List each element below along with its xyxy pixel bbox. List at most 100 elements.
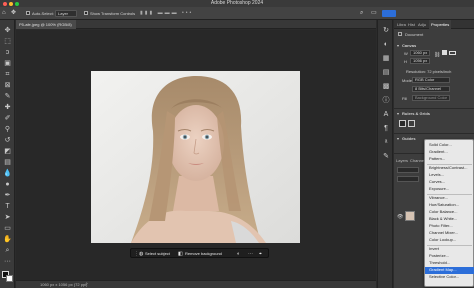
- eyedropper-tool-icon[interactable]: ✎: [2, 92, 13, 102]
- paragraph-icon[interactable]: ¶: [381, 124, 391, 134]
- brush-settings-icon[interactable]: ✎: [381, 152, 391, 162]
- blur-tool-icon[interactable]: 💧: [2, 169, 13, 179]
- layer-filter-dropdown[interactable]: [397, 167, 419, 173]
- ruler-toggle-icon[interactable]: [399, 120, 406, 127]
- background-color-swatch[interactable]: [6, 275, 13, 282]
- menu-item-posterize[interactable]: Posterize...: [425, 253, 474, 260]
- bit-depth-dropdown[interactable]: 8 Bits/Channel: [412, 86, 450, 92]
- menu-item-solid-color[interactable]: Solid Color...: [425, 142, 474, 149]
- pen-tool-icon[interactable]: ✒: [2, 191, 13, 201]
- rulers-chevron-icon[interactable]: ▾: [397, 111, 399, 116]
- menu-item-color-balance[interactable]: Color Balance...: [425, 209, 474, 216]
- menu-item-exposure[interactable]: Exposure...: [425, 186, 474, 193]
- path-select-icon[interactable]: ➤: [2, 213, 13, 223]
- guides-chevron-icon[interactable]: ▾: [397, 136, 399, 141]
- select-subject-icon: ◍: [139, 251, 144, 257]
- more-options-icon[interactable]: ⋯: [248, 250, 253, 258]
- gradients-icon[interactable]: ▤: [381, 68, 391, 78]
- document-tab[interactable]: P5-afe.jpeg @ 100% (RGB/8): [16, 20, 76, 29]
- zoom-tool-icon[interactable]: ⌕: [2, 246, 13, 256]
- menu-item-hue-saturation[interactable]: Hue/Saturation...: [425, 202, 474, 209]
- pin-icon[interactable]: ⌖: [259, 250, 262, 258]
- portrait-image: [91, 71, 300, 243]
- rectangle-tool-icon[interactable]: ▭: [2, 224, 13, 234]
- document-size-status: 1060 px x 1056 px (72 ppi): [40, 282, 88, 287]
- menu-item-channel-mixer[interactable]: Channel Mixer...: [425, 230, 474, 237]
- marquee-tool-icon[interactable]: ⬚: [2, 37, 13, 47]
- menu-item-invert[interactable]: Invert: [425, 246, 474, 253]
- show-transform-checkbox[interactable]: [84, 11, 88, 15]
- tab-history[interactable]: Hist: [408, 20, 415, 29]
- color-icon[interactable]: ◐: [381, 40, 391, 50]
- crop-tool-icon[interactable]: ⌗: [2, 70, 13, 80]
- brush-tool-icon[interactable]: ✐: [2, 114, 13, 124]
- align-icons[interactable]: ▮▮▮ ▬▬▬ •••: [140, 10, 193, 17]
- search-icon[interactable]: ⌕: [360, 10, 363, 17]
- mode-dropdown[interactable]: RGB Color: [412, 77, 450, 83]
- layer-thumbnail[interactable]: [405, 211, 415, 221]
- swatches-icon[interactable]: ▦: [381, 54, 391, 64]
- adjustment-icon[interactable]: ◐: [237, 250, 240, 258]
- menu-item-gradient[interactable]: Gradient...: [425, 149, 474, 156]
- history-icon[interactable]: ↻: [381, 26, 391, 36]
- eraser-tool-icon[interactable]: ◩: [2, 147, 13, 157]
- tab-libraries[interactable]: Libra: [397, 20, 406, 29]
- contextual-task-bar: ⋮ ◍ Select subject ◧ Remove background ◐…: [130, 248, 269, 258]
- menu-item-pattern[interactable]: Pattern...: [425, 156, 474, 163]
- object-select-tool-icon[interactable]: ▣: [2, 59, 13, 69]
- history-brush-icon[interactable]: ↺: [2, 136, 13, 146]
- patterns-icon[interactable]: ▩: [381, 82, 391, 92]
- document-image[interactable]: [91, 71, 300, 243]
- character-icon[interactable]: A: [381, 110, 391, 120]
- tab-channels[interactable]: Channe: [410, 156, 424, 165]
- document-section-title: Document: [405, 32, 424, 37]
- home-icon[interactable]: ⌂: [2, 10, 6, 17]
- auto-select-dropdown[interactable]: Layer: [55, 10, 77, 17]
- workspace-icon[interactable]: ▭: [371, 10, 377, 17]
- canvas-chevron-icon[interactable]: ▾: [397, 43, 399, 48]
- menu-item-threshold[interactable]: Threshold...: [425, 260, 474, 267]
- dodge-tool-icon[interactable]: ●: [2, 180, 13, 190]
- share-button[interactable]: [382, 10, 396, 17]
- visibility-eye-icon[interactable]: 👁: [397, 214, 403, 220]
- type-tool-icon[interactable]: T: [2, 202, 13, 212]
- select-subject-button[interactable]: Select subject: [145, 250, 170, 258]
- more-tools-icon[interactable]: ···: [2, 257, 13, 267]
- menu-item-brightness-contrast[interactable]: Brightness/Contrast...: [425, 165, 474, 172]
- auto-select-checkbox[interactable]: [26, 11, 30, 15]
- status-chevron-icon[interactable]: ›: [86, 281, 88, 287]
- orientation-landscape-icon[interactable]: [449, 51, 456, 55]
- remove-background-button[interactable]: Remove background: [185, 250, 222, 258]
- tab-layers[interactable]: Layers: [396, 156, 408, 165]
- glyphs-icon[interactable]: ᵃ: [381, 138, 391, 148]
- width-field[interactable]: 1060 px: [410, 50, 430, 56]
- frame-tool-icon[interactable]: ⊠: [2, 81, 13, 91]
- info-icon[interactable]: ⓘ: [381, 96, 391, 106]
- grid-toggle-icon[interactable]: [408, 120, 415, 127]
- fill-dropdown[interactable]: Background Color: [412, 95, 450, 101]
- menu-item-selective-color[interactable]: Selective Color...: [425, 274, 474, 281]
- menu-item-photo-filter[interactable]: Photo Filter...: [425, 223, 474, 230]
- lasso-tool-icon[interactable]: ↄ: [2, 48, 13, 58]
- menu-item-black-white[interactable]: Black & White...: [425, 216, 474, 223]
- height-field[interactable]: 1056 px: [410, 58, 430, 64]
- blend-mode-dropdown[interactable]: [397, 176, 419, 182]
- menu-item-curves[interactable]: Curves...: [425, 179, 474, 186]
- hand-tool-icon[interactable]: ✋: [2, 235, 13, 245]
- document-tab-bar: P5-afe.jpeg @ 100% (RGB/8): [16, 20, 376, 29]
- menu-item-vibrance[interactable]: Vibrance...: [425, 195, 474, 202]
- adjustment-layer-menu: Solid Color... Gradient... Pattern... Br…: [424, 139, 474, 287]
- tab-properties[interactable]: Properties: [429, 20, 452, 29]
- menu-item-color-lookup[interactable]: Color Lookup...: [425, 237, 474, 244]
- options-bar: ⌂ ✥ Auto-Select: Layer Show Transform Co…: [0, 7, 474, 20]
- move-tool-icon[interactable]: ✥: [2, 26, 13, 36]
- tab-adjustments[interactable]: Adju: [418, 20, 426, 29]
- menu-item-gradient-map[interactable]: Gradient Map...: [425, 267, 474, 274]
- menu-item-levels[interactable]: Levels...: [425, 172, 474, 179]
- gradient-tool-icon[interactable]: ▤: [2, 158, 13, 168]
- orientation-portrait-icon[interactable]: [442, 50, 447, 55]
- clone-stamp-icon[interactable]: ⚲: [2, 125, 13, 135]
- move-tool-icon[interactable]: ✥: [11, 10, 16, 17]
- link-icon[interactable]: ⛓: [434, 53, 440, 58]
- healing-brush-icon[interactable]: ✚: [2, 103, 13, 113]
